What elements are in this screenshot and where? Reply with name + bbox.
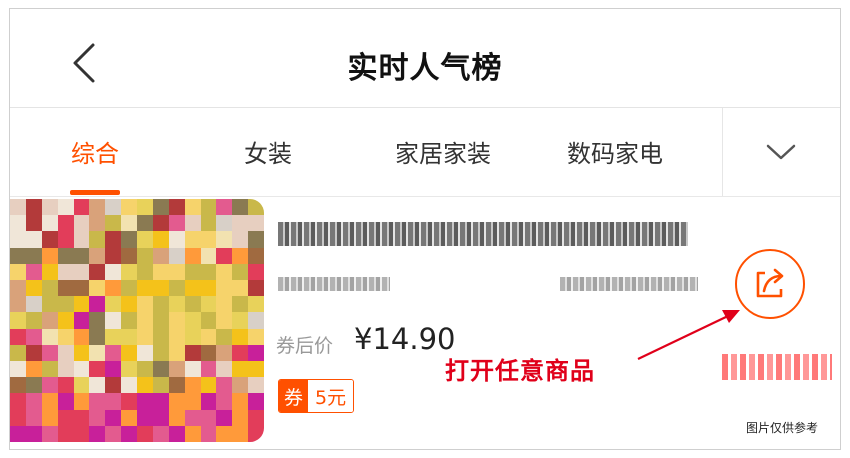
app-frame: 实时人气榜 综合 女装 家居家装 数码家电 券后价 ¥14.90 券 5元 打开… (9, 8, 841, 450)
tab-digital-appliances[interactable]: 数码家电 (560, 134, 670, 169)
coupon-tag: 券 (279, 380, 309, 412)
sales-count-obscured (722, 354, 832, 380)
coupon-amount: 5元 (308, 380, 354, 412)
tab-home-furnishing[interactable]: 家居家装 (388, 134, 498, 169)
image-disclaimer: 图片仅供参考 (746, 421, 819, 435)
price-label: 券后价 (276, 335, 334, 357)
tab-overall[interactable]: 综合 (65, 134, 125, 169)
price-value: ¥14.90 (354, 322, 456, 356)
tab-womens-clothing[interactable]: 女装 (238, 134, 298, 169)
page-title: 实时人气榜 (347, 51, 503, 86)
product-title-obscured (278, 222, 688, 246)
tabs-dropdown-button[interactable] (723, 108, 840, 196)
category-tabs: 综合 女装 家居家装 数码家电 (10, 108, 840, 197)
header-bar: 实时人气榜 (10, 9, 840, 108)
product-image[interactable] (10, 199, 264, 442)
product-meta-obscured (278, 277, 390, 291)
product-location-obscured (560, 277, 698, 291)
share-icon (756, 268, 784, 298)
product-card[interactable]: 券后价 ¥14.90 券 5元 打开任意商品 (10, 199, 840, 449)
annotation-label: 打开任意商品 (445, 356, 595, 385)
coupon-badge: 券 5元 (278, 379, 355, 413)
active-tab-indicator (70, 190, 120, 195)
chevron-down-icon (766, 144, 796, 160)
share-button[interactable] (735, 249, 805, 319)
